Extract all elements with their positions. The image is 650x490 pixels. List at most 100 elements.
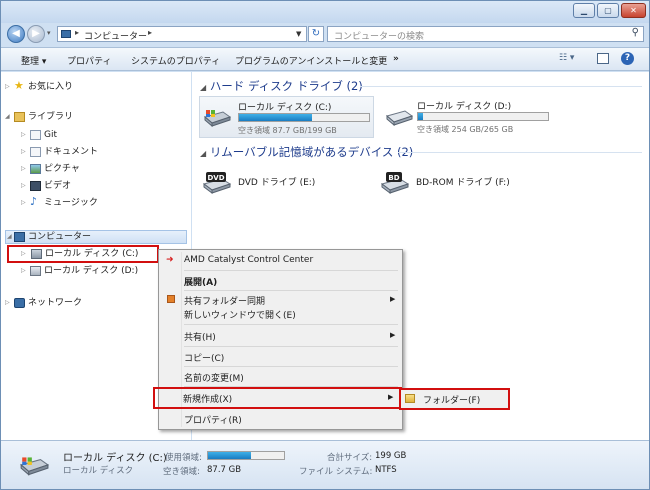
drive-free-space: 空き領域 87.7 GB/199 GB xyxy=(238,126,337,135)
back-button[interactable]: ◀ xyxy=(7,25,25,43)
hard-drive-icon xyxy=(30,266,41,276)
sidebar-item-label: ローカル ディスク (D:) xyxy=(44,266,139,276)
sidebar-item-label: ミュージック xyxy=(44,198,98,208)
menu-item-new-folder[interactable]: フォルダー(F) xyxy=(423,393,480,406)
details-total-value: 199 GB xyxy=(375,451,407,461)
bd-logo-label: BD xyxy=(388,174,399,182)
document-icon xyxy=(30,147,41,157)
explorer-window: ▁ ▢ ✕ ◀ ▶ ▾ ▸ コンピューター ▸ ▼ ↻ コンピューターの検索 ⚲… xyxy=(0,0,650,490)
properties-button[interactable]: プロパティ xyxy=(67,54,111,67)
sidebar-item-drive-c[interactable]: ▷ ローカル ディスク (C:) xyxy=(7,245,159,263)
preview-pane-icon[interactable] xyxy=(597,53,609,64)
video-icon xyxy=(30,181,41,191)
organize-button[interactable]: 整理 ▾ xyxy=(21,54,46,67)
library-icon xyxy=(14,112,25,122)
expand-arrow-icon[interactable]: ▷ xyxy=(21,179,26,193)
maximize-button[interactable]: ▢ xyxy=(597,3,619,18)
menu-separator xyxy=(184,324,398,325)
details-fs-label: ファイル システム: xyxy=(299,467,373,477)
menu-item-amd[interactable]: AMD Catalyst Control Center xyxy=(184,255,313,265)
drive-tile-dvd[interactable]: DVD DVD ドライブ (E:) xyxy=(202,166,362,198)
refresh-icon[interactable]: ↻ xyxy=(308,26,324,42)
dvd-logo-label: DVD xyxy=(207,174,224,182)
expand-arrow-icon[interactable]: ▷ xyxy=(21,162,26,176)
expand-arrow-icon[interactable]: ▷ xyxy=(21,264,26,278)
details-total-label: 合計サイズ: xyxy=(327,453,373,463)
collapse-arrow-icon[interactable]: ◢ xyxy=(7,231,12,243)
drive-name: BD-ROM ドライブ (F:) xyxy=(416,178,510,188)
group-title: ハード ディスク ドライブ (2) xyxy=(209,79,363,93)
drive-usage-bar xyxy=(417,112,549,121)
search-input[interactable]: コンピューターの検索 ⚲ xyxy=(327,26,644,42)
expand-arrow-icon[interactable]: ▷ xyxy=(21,196,26,210)
computer-icon xyxy=(14,232,25,242)
history-dropdown-icon[interactable]: ▾ xyxy=(47,29,51,37)
sidebar-item-label: ピクチャ xyxy=(44,164,80,174)
drive-tile-bd[interactable]: BD BD-ROM ドライブ (F:) xyxy=(380,166,560,198)
dvd-drive-icon: DVD xyxy=(202,172,232,194)
system-properties-button[interactable]: システムのプロパティ xyxy=(131,54,220,67)
menu-item-share[interactable]: 共有(H) xyxy=(184,330,216,343)
expand-arrow-icon[interactable]: ▷ xyxy=(21,128,26,142)
menu-item-properties[interactable]: プロパティ(R) xyxy=(184,413,242,426)
hard-drive-icon xyxy=(385,110,413,126)
expand-arrow-icon[interactable]: ▷ xyxy=(5,80,10,94)
network-icon xyxy=(14,298,25,308)
drive-tile-d[interactable]: ローカル ディスク (D:) 空き領域 254 GB/265 GB xyxy=(385,96,560,138)
drive-name: ローカル ディスク (C:) xyxy=(238,103,332,113)
expand-arrow-icon[interactable]: ▷ xyxy=(21,145,26,159)
hard-drive-icon xyxy=(31,249,42,259)
sidebar-item-label: ネットワーク xyxy=(28,298,83,308)
help-icon[interactable]: ? xyxy=(621,52,634,65)
view-options-icon[interactable]: ☷ ▾ xyxy=(559,53,581,65)
expand-arrow-icon[interactable]: ▷ xyxy=(5,296,10,310)
search-icon[interactable]: ⚲ xyxy=(632,27,639,38)
close-button[interactable]: ✕ xyxy=(621,3,646,18)
group-header-removable[interactable]: ◢ リムーバブル記憶域があるデバイス (2) xyxy=(200,144,413,160)
breadcrumb-separator-icon[interactable]: ▸ xyxy=(75,28,79,37)
sidebar-item-label: ローカル ディスク (C:) xyxy=(45,249,139,259)
search-placeholder: コンピューターの検索 xyxy=(334,32,425,42)
group-title: リムーバブル記憶域があるデバイス (2) xyxy=(209,145,414,159)
menu-item-rename[interactable]: 名前の変更(M) xyxy=(184,371,244,384)
details-subtitle: ローカル ディスク xyxy=(63,466,134,476)
collapse-arrow-icon[interactable]: ◢ xyxy=(200,149,206,158)
menu-separator xyxy=(184,270,398,271)
uninstall-button[interactable]: プログラムのアンインストールと変更 xyxy=(235,54,387,67)
submenu-new: フォルダー(F) xyxy=(399,388,510,410)
minimize-button[interactable]: ▁ xyxy=(573,3,595,18)
sidebar-item-label: ビデオ xyxy=(44,181,72,191)
folder-icon xyxy=(405,394,415,403)
menu-item-expand[interactable]: 展開(A) xyxy=(184,275,217,288)
details-usage-bar xyxy=(207,451,285,460)
drive-tile-c[interactable]: ローカル ディスク (C:) 空き領域 87.7 GB/199 GB xyxy=(199,96,374,138)
hard-drive-windows-icon xyxy=(20,457,49,476)
amd-icon: ➜ xyxy=(166,255,174,265)
address-bar[interactable]: ▸ コンピューター ▸ ▼ xyxy=(57,26,307,42)
more-commands-button[interactable]: » xyxy=(393,54,399,64)
breadcrumb-separator-icon[interactable]: ▸ xyxy=(148,28,152,37)
chevron-down-icon[interactable]: ▼ xyxy=(296,30,301,38)
computer-icon xyxy=(61,30,71,38)
collapse-arrow-icon[interactable]: ◢ xyxy=(5,110,10,124)
menu-item-new[interactable]: 新規作成(X) ▶ xyxy=(153,387,402,409)
details-free-value: 87.7 GB xyxy=(207,465,242,475)
menu-item-sync[interactable]: 共有フォルダー同期 xyxy=(184,294,265,307)
details-used-label: 使用領域: xyxy=(165,453,202,463)
details-fs-value: NTFS xyxy=(375,465,397,475)
menu-item-open-new-window[interactable]: 新しいウィンドウで開く(E) xyxy=(184,308,296,321)
menu-item-copy[interactable]: コピー(C) xyxy=(184,351,224,364)
sidebar-item-label: ドキュメント xyxy=(44,147,99,157)
group-header-hdd[interactable]: ◢ ハード ディスク ドライブ (2) xyxy=(200,78,363,94)
submenu-arrow-icon: ▶ xyxy=(390,295,396,303)
title-bar: ▁ ▢ ✕ xyxy=(1,1,649,23)
sidebar-item-computer[interactable]: ◢ コンピューター xyxy=(5,230,187,244)
breadcrumb-computer[interactable]: コンピューター xyxy=(84,29,147,42)
bd-drive-icon: BD xyxy=(380,172,410,194)
expand-arrow-icon[interactable]: ▷ xyxy=(21,248,26,260)
forward-button[interactable]: ▶ xyxy=(27,25,45,43)
drive-name: DVD ドライブ (E:) xyxy=(238,178,316,188)
sidebar-item-label: コンピューター xyxy=(28,232,92,242)
group-divider xyxy=(398,152,642,153)
collapse-arrow-icon[interactable]: ◢ xyxy=(200,83,206,92)
